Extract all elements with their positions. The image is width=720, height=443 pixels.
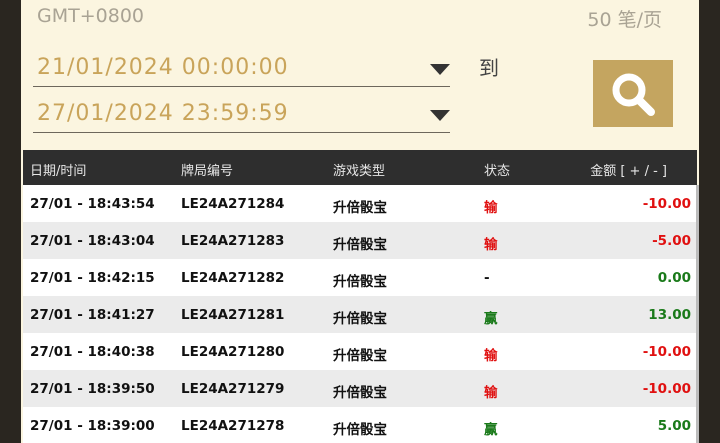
cell-game-type: 升倍骰宝 bbox=[333, 200, 387, 216]
end-date-value: 27/01/2024 23:59:59 bbox=[37, 101, 289, 126]
cell-game-id: LE24A271282 bbox=[181, 270, 285, 286]
cell-game-type: 升倍骰宝 bbox=[333, 348, 387, 364]
table-row[interactable]: 27/01 - 18:39:50 LE24A271279 升倍骰宝 输 -10.00 bbox=[23, 370, 697, 407]
table-header: 日期/时间 牌局编号 游戏类型 状态 金额 [ + / - ] bbox=[23, 150, 697, 185]
cell-game-id: LE24A271278 bbox=[181, 418, 285, 434]
table-body: 27/01 - 18:43:54 LE24A271284 升倍骰宝输 -10.00 27… bbox=[23, 185, 697, 443]
cell-amount: 0.00 bbox=[657, 270, 691, 286]
history-panel: GMT+0800 50 笔/页 21/01/2024 00:00:00 27/0… bbox=[21, 0, 699, 443]
header-game-type[interactable]: 游戏类型 bbox=[333, 160, 385, 179]
table-row[interactable]: 27/01 - 18:43:04 LE24A271283 升倍骰宝 输 -5.00 bbox=[23, 222, 697, 259]
cell-game-id: LE24A271284 bbox=[181, 196, 285, 212]
table-row[interactable]: 27/01 - 18:43:54 LE24A271284 升倍骰宝 输 -10.00 bbox=[23, 185, 697, 222]
per-page-selector[interactable]: 50 笔/页 bbox=[587, 5, 662, 32]
cell-game-type: 升倍骰宝 bbox=[333, 274, 387, 290]
header-game-id[interactable]: 牌局编号 bbox=[181, 160, 233, 179]
cell-status: 输 bbox=[484, 385, 498, 401]
history-table: 日期/时间 牌局编号 游戏类型 状态 金额 [ + / - ] 27/01 - … bbox=[23, 150, 697, 443]
start-date-value: 21/01/2024 00:00:00 bbox=[37, 55, 289, 80]
cell-game-type: 升倍骰宝 bbox=[333, 385, 387, 401]
cell-amount: 13.00 bbox=[648, 307, 691, 323]
search-button[interactable] bbox=[593, 60, 673, 127]
scrollbar[interactable] bbox=[696, 185, 699, 443]
dropdown-caret-icon[interactable] bbox=[430, 64, 450, 75]
cell-datetime: 27/01 - 18:39:50 bbox=[30, 381, 155, 397]
cell-datetime: 27/01 - 18:43:04 bbox=[30, 233, 155, 249]
cell-game-id: LE24A271281 bbox=[181, 307, 285, 323]
dropdown-caret-icon[interactable] bbox=[430, 110, 450, 121]
cell-datetime: 27/01 - 18:39:00 bbox=[30, 418, 155, 434]
cell-amount: -10.00 bbox=[642, 344, 691, 360]
cell-game-type: 升倍骰宝 bbox=[333, 311, 387, 327]
cell-datetime: 27/01 - 18:40:38 bbox=[30, 344, 155, 360]
cell-status: 赢 bbox=[484, 311, 498, 327]
cell-amount: -5.00 bbox=[652, 233, 691, 249]
search-icon bbox=[612, 73, 655, 116]
table-row[interactable]: 27/01 - 18:42:15 LE24A271282 升倍骰宝 - 0.00 bbox=[23, 259, 697, 296]
cell-datetime: 27/01 - 18:43:54 bbox=[30, 196, 155, 212]
table-row[interactable]: 27/01 - 18:40:38 LE24A271280 升倍骰宝 输 -10.00 bbox=[23, 333, 697, 370]
cell-game-id: LE24A271283 bbox=[181, 233, 285, 249]
timezone-label: GMT+0800 bbox=[37, 5, 144, 27]
cell-game-type: 升倍骰宝 bbox=[333, 422, 387, 438]
table-row[interactable]: 27/01 - 18:41:27 LE24A271281 升倍骰宝 赢 13.00 bbox=[23, 296, 697, 333]
header-status[interactable]: 状态 bbox=[484, 160, 510, 179]
cell-amount: 5.00 bbox=[657, 418, 691, 434]
cell-status: 输 bbox=[484, 348, 498, 364]
cell-game-id: LE24A271279 bbox=[181, 381, 285, 397]
cell-status: - bbox=[484, 270, 490, 286]
end-date-picker[interactable]: 27/01/2024 23:59:59 bbox=[33, 96, 450, 133]
date-range-separator: 到 bbox=[479, 56, 499, 80]
cell-status: 赢 bbox=[484, 422, 498, 438]
table-row[interactable]: 27/01 - 18:39:00 LE24A271278 升倍骰宝 赢 5.00 bbox=[23, 407, 697, 443]
header-datetime[interactable]: 日期/时间 bbox=[30, 160, 86, 179]
cell-datetime: 27/01 - 18:42:15 bbox=[30, 270, 155, 286]
cell-datetime: 27/01 - 18:41:27 bbox=[30, 307, 155, 323]
cell-game-id: LE24A271280 bbox=[181, 344, 285, 360]
start-date-picker[interactable]: 21/01/2024 00:00:00 bbox=[33, 50, 450, 87]
cell-status: 输 bbox=[484, 200, 498, 216]
cell-amount: -10.00 bbox=[642, 381, 691, 397]
cell-status: 输 bbox=[484, 237, 498, 253]
cell-game-type: 升倍骰宝 bbox=[333, 237, 387, 253]
header-amount[interactable]: 金额 [ + / - ] bbox=[590, 160, 667, 179]
cell-amount: -10.00 bbox=[642, 196, 691, 212]
